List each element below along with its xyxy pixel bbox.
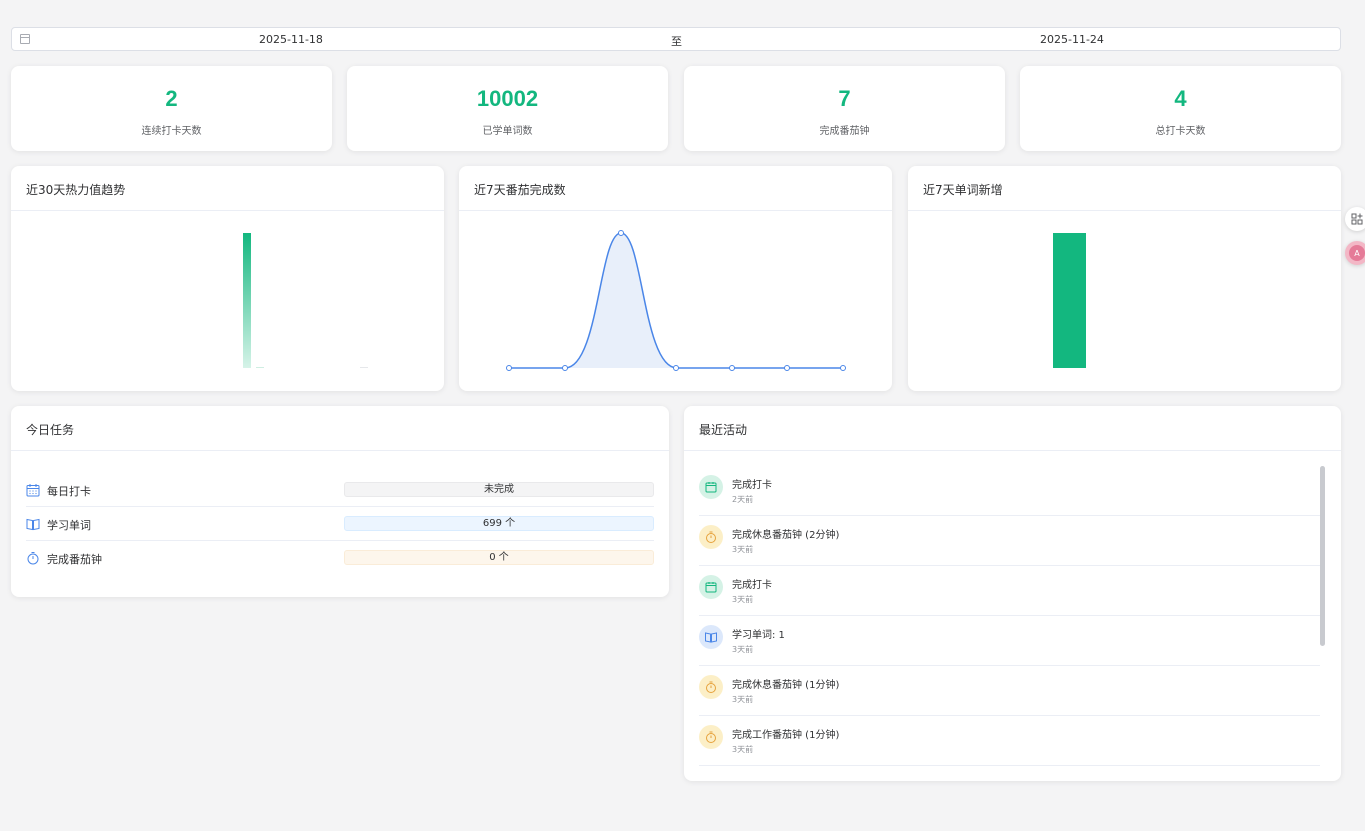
stat-label: 已学单词数 <box>482 126 533 137</box>
checkin-icon <box>699 575 723 599</box>
words-chart-title: 近7天单词新增 <box>908 166 1341 211</box>
task-name: 学习单词 <box>47 519 91 532</box>
pomodoro-line <box>509 232 843 369</box>
pomodoro-point <box>562 365 568 371</box>
pomodoro-chart-title: 近7天番茄完成数 <box>459 166 892 211</box>
words-bar <box>1053 233 1086 368</box>
task-row-checkin: 每日打卡 未完成 <box>26 473 654 507</box>
activity-list[interactable]: 完成打卡 2天前 完成休息番茄钟 (2分钟) 3天前 完成打卡 3天前 学习单词… <box>699 466 1320 766</box>
range-start[interactable]: 2025-11-18 <box>259 33 323 46</box>
heat-trend-card: 近30天热力值趋势 <box>11 166 444 391</box>
pomodoro-point <box>673 365 679 371</box>
activity-time: 3天前 <box>732 545 754 554</box>
activity-item: 完成打卡 3天前 <box>699 566 1320 616</box>
stat-card-words: 10002 已学单词数 <box>347 66 668 151</box>
activity-text: 学习单词: 1 <box>732 630 785 641</box>
activity-scrollbar[interactable] <box>1320 466 1325 646</box>
calendar-icon <box>20 34 30 44</box>
pomodoro-point <box>729 365 735 371</box>
apps-icon <box>1351 213 1363 225</box>
task-row-words: 学习单词 699 个 <box>26 507 654 541</box>
activity-text: 完成工作番茄钟 (1分钟) <box>732 730 840 741</box>
tasks-title: 今日任务 <box>11 406 669 451</box>
pomodoro-chart-card: 近7天番茄完成数 <box>459 166 892 391</box>
stat-card-streak: 2 连续打卡天数 <box>11 66 332 151</box>
task-status-badge: 未完成 <box>344 482 654 497</box>
timer-icon <box>699 525 723 549</box>
activity-item: 完成休息番茄钟 (1分钟) 3天前 <box>699 666 1320 716</box>
pomodoro-chart <box>506 230 846 371</box>
stat-label: 总打卡天数 <box>1155 126 1206 137</box>
task-row-pomodoro: 完成番茄钟 0 个 <box>26 541 654 575</box>
heat-trend-title: 近30天热力值趋势 <box>11 166 444 211</box>
today-tasks-card: 今日任务 每日打卡 未完成 学习单词 699 个 完成番茄钟 0 个 <box>11 406 669 597</box>
activity-text: 完成休息番茄钟 (1分钟) <box>732 680 840 691</box>
pomodoro-area <box>509 233 843 368</box>
pomodoro-point <box>784 365 790 371</box>
translate-icon: A <box>1349 245 1365 261</box>
task-status-badge: 0 个 <box>344 550 654 565</box>
activity-text: 完成休息番茄钟 (2分钟) <box>732 530 840 541</box>
translate-button[interactable]: A <box>1345 241 1365 265</box>
activity-item: 完成休息番茄钟 (2分钟) 3天前 <box>699 516 1320 566</box>
pomodoro-point <box>840 365 846 371</box>
task-name: 完成番茄钟 <box>47 553 102 566</box>
recent-activities-card: 最近活动 完成打卡 2天前 完成休息番茄钟 (2分钟) 3天前 完成打卡 3天前 <box>684 406 1341 781</box>
task-name: 每日打卡 <box>47 485 91 498</box>
svg-text:A: A <box>1354 249 1360 258</box>
stat-card-checkin-days: 4 总打卡天数 <box>1020 66 1341 151</box>
timer-icon <box>27 552 39 565</box>
activity-time: 2天前 <box>732 495 754 504</box>
activity-text: 完成打卡 <box>732 580 772 591</box>
range-end[interactable]: 2025-11-24 <box>1040 33 1104 46</box>
timer-icon <box>699 675 723 699</box>
words-chart <box>1053 233 1086 368</box>
apps-button[interactable] <box>1345 207 1365 231</box>
words-chart-card: 近7天单词新增 <box>908 166 1341 391</box>
book-icon <box>26 518 40 531</box>
heat-bar <box>256 367 264 368</box>
heat-bar <box>243 233 251 368</box>
activity-time: 3天前 <box>732 595 754 604</box>
stat-value: 7 <box>838 86 851 111</box>
book-icon <box>699 625 723 649</box>
activity-time: 3天前 <box>732 745 754 754</box>
stat-value: 4 <box>1174 86 1187 111</box>
stat-card-pomodoro: 7 完成番茄钟 <box>684 66 1005 151</box>
heat-trend-chart <box>243 233 368 368</box>
range-separator: 至 <box>671 35 682 48</box>
heat-bar <box>360 367 368 368</box>
checkin-icon <box>699 475 723 499</box>
activity-text: 完成打卡 <box>732 480 772 491</box>
activities-title: 最近活动 <box>684 406 1341 451</box>
task-status-badge: 699 个 <box>344 516 654 531</box>
activity-item: 学习单词: 1 3天前 <box>699 616 1320 666</box>
pomodoro-point <box>506 365 512 371</box>
calendar-icon <box>26 484 40 497</box>
stat-label: 连续打卡天数 <box>141 126 202 137</box>
date-range-picker[interactable]: 2025-11-18 至 2025-11-24 <box>11 27 1341 51</box>
activity-time: 3天前 <box>732 695 754 704</box>
activity-item: 完成工作番茄钟 (1分钟) 3天前 <box>699 716 1320 766</box>
stat-value: 10002 <box>476 86 539 111</box>
stat-value: 2 <box>165 86 178 111</box>
activity-item: 完成打卡 2天前 <box>699 466 1320 516</box>
timer-icon <box>699 725 723 749</box>
pomodoro-point <box>618 230 624 236</box>
stat-label: 完成番茄钟 <box>819 126 870 137</box>
activity-time: 3天前 <box>732 645 754 654</box>
